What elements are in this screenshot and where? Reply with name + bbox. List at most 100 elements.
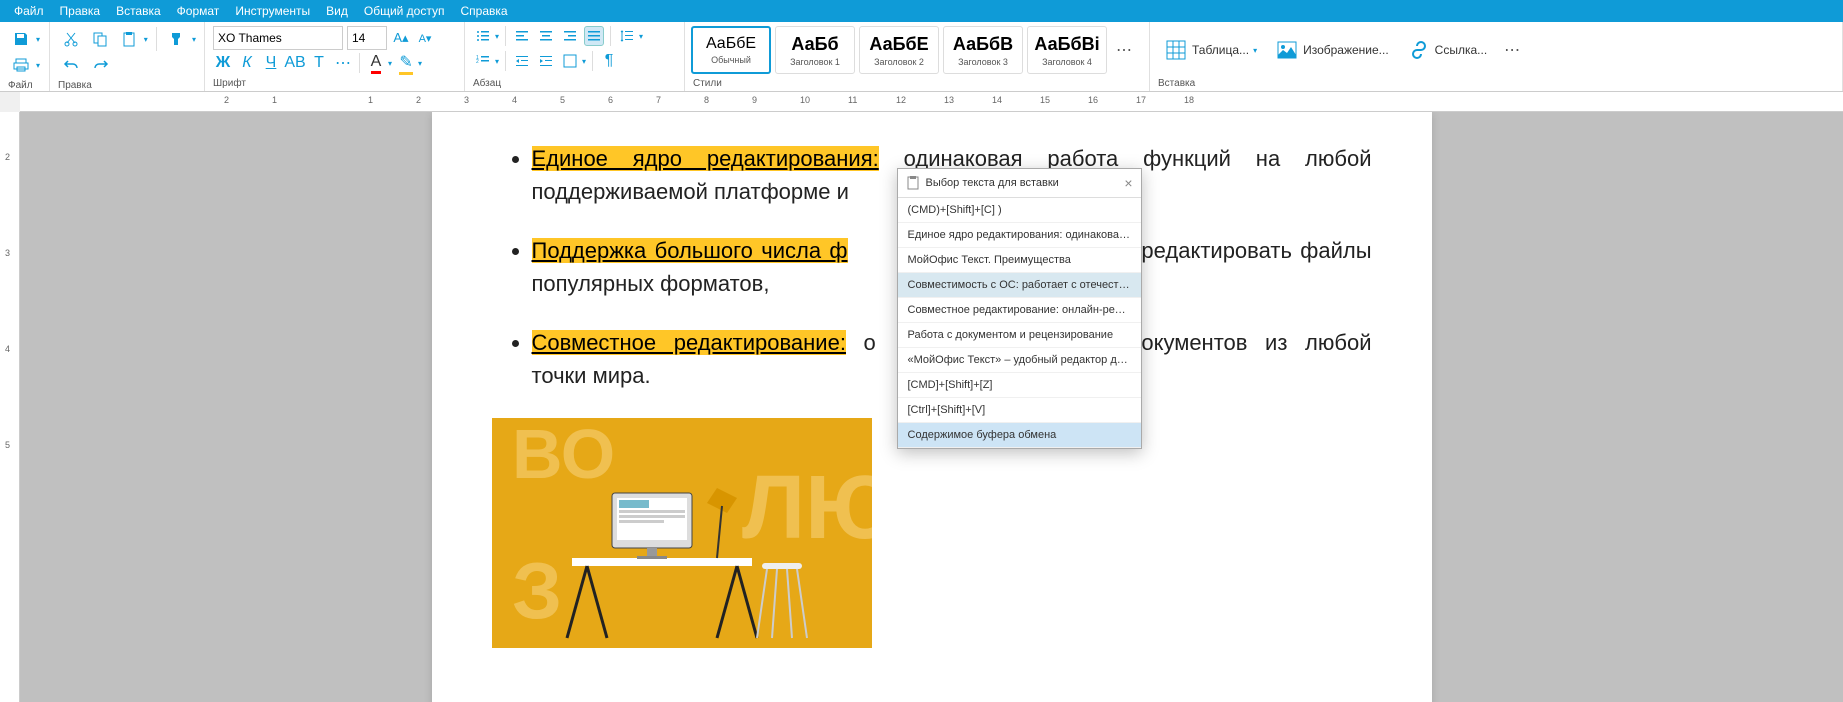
- chevron-down-icon[interactable]: ▾: [418, 59, 422, 68]
- ribbon: ▾ ▾ Файл ▾ ▾ Правка A▴ A▾: [0, 22, 1843, 92]
- clipboard-icon: [906, 176, 920, 190]
- insert-more-button[interactable]: ⋯: [1499, 37, 1525, 63]
- underline-button[interactable]: Ч: [261, 53, 281, 73]
- style-heading3[interactable]: АаБбВ Заголовок 3: [943, 26, 1023, 74]
- chevron-down-icon[interactable]: ▾: [639, 32, 643, 41]
- style-label: Заголовок 1: [790, 57, 840, 67]
- chevron-down-icon[interactable]: ▾: [36, 35, 40, 44]
- style-heading1[interactable]: АаБб Заголовок 1: [775, 26, 855, 74]
- chevron-down-icon[interactable]: ▾: [36, 61, 40, 70]
- font-name-select[interactable]: [213, 26, 343, 50]
- insert-link-button[interactable]: Ссылка...: [1401, 36, 1495, 64]
- chevron-down-icon[interactable]: ▾: [582, 57, 586, 66]
- menu-tools[interactable]: Инструменты: [227, 1, 318, 21]
- group-label-edit: Правка: [58, 80, 196, 91]
- close-icon[interactable]: ×: [1124, 175, 1132, 191]
- align-center-button[interactable]: [536, 26, 556, 46]
- insert-image-button[interactable]: Изображение...: [1269, 36, 1397, 64]
- sub-super-button[interactable]: T: [309, 53, 329, 73]
- popup-item[interactable]: Единое ядро редактирования: одинаковая р…: [898, 223, 1141, 248]
- style-label: Заголовок 3: [958, 57, 1008, 67]
- styles-more-button[interactable]: ⋯: [1111, 37, 1137, 63]
- styles-gallery: АаБбЕ Обычный АаБб Заголовок 1 АаБбЕ Заг…: [685, 22, 1143, 76]
- print-button[interactable]: [8, 52, 34, 78]
- popup-item[interactable]: (CMD)+[Shift]+[C] ): [898, 198, 1141, 223]
- style-normal[interactable]: АаБбЕ Обычный: [691, 26, 771, 74]
- format-painter-button[interactable]: [165, 26, 190, 52]
- insert-link-label: Ссылка...: [1435, 43, 1487, 57]
- chevron-down-icon[interactable]: ▾: [495, 32, 499, 41]
- page[interactable]: Единое ядро редактирования: одинаковая р…: [432, 112, 1432, 702]
- popup-item[interactable]: Совместимость с ОС: работает с отечестве…: [898, 273, 1141, 298]
- popup-title: Выбор текста для вставки: [926, 177, 1119, 189]
- insert-table-label: Таблица...: [1192, 43, 1249, 57]
- popup-item[interactable]: «МойОфис Текст» – удобный редактор для р…: [898, 348, 1141, 373]
- font-shrink-button[interactable]: A▾: [415, 28, 435, 48]
- menu-help[interactable]: Справка: [452, 1, 515, 21]
- paragraph-mark-button[interactable]: ¶: [599, 51, 619, 71]
- menubar: Файл Правка Вставка Формат Инструменты В…: [0, 0, 1843, 22]
- font-grow-button[interactable]: A▴: [391, 28, 411, 48]
- svg-text:ВО: ВО: [512, 418, 615, 493]
- numbered-list-button[interactable]: 12: [473, 51, 493, 71]
- chevron-down-icon[interactable]: ▾: [495, 57, 499, 66]
- align-justify-button[interactable]: [584, 26, 604, 46]
- document-area[interactable]: Единое ядро редактирования: одинаковая р…: [20, 112, 1843, 702]
- italic-button[interactable]: К: [237, 53, 257, 73]
- undo-button[interactable]: [58, 52, 84, 78]
- bullet-list-button[interactable]: [473, 26, 493, 46]
- ruler-horizontal[interactable]: 21123456789101112131415161718: [20, 92, 1843, 112]
- chevron-down-icon[interactable]: ▾: [388, 59, 392, 68]
- menu-share[interactable]: Общий доступ: [356, 1, 453, 21]
- font-size-select[interactable]: [347, 26, 387, 50]
- save-button[interactable]: [8, 26, 34, 52]
- style-label: Заголовок 2: [874, 57, 924, 67]
- popup-item[interactable]: Содержимое буфера обмена: [898, 423, 1141, 448]
- table-icon: [1166, 40, 1186, 60]
- popup-item[interactable]: МойОфис Текст. Преимущества: [898, 248, 1141, 273]
- outdent-button[interactable]: [512, 51, 532, 71]
- popup-item[interactable]: Совместное редактирование: онлайн-редакт…: [898, 298, 1141, 323]
- popup-item[interactable]: [Ctrl]+[Shift]+[V]: [898, 398, 1141, 423]
- menu-view[interactable]: Вид: [318, 1, 356, 21]
- menu-format[interactable]: Формат: [169, 1, 228, 21]
- borders-button[interactable]: [560, 51, 580, 71]
- copy-button[interactable]: [87, 26, 112, 52]
- style-preview: АаБбВ: [953, 34, 1013, 55]
- indent-button[interactable]: [536, 51, 556, 71]
- line-spacing-button[interactable]: [617, 26, 637, 46]
- bold-button[interactable]: Ж: [213, 53, 233, 73]
- highlight-color-button[interactable]: ✎: [396, 53, 416, 73]
- menu-insert[interactable]: Вставка: [108, 1, 169, 21]
- group-label-paragraph: Абзац: [473, 78, 676, 89]
- highlighted-text: Совместное редактирование:: [532, 330, 846, 355]
- style-preview: АаБбЕ: [706, 35, 756, 53]
- chevron-down-icon[interactable]: ▾: [144, 35, 148, 44]
- font-color-button[interactable]: A: [366, 53, 386, 73]
- redo-button[interactable]: [88, 52, 114, 78]
- align-right-button[interactable]: [560, 26, 580, 46]
- style-heading2[interactable]: АаБбЕ Заголовок 2: [859, 26, 939, 74]
- insert-table-button[interactable]: Таблица... ▾: [1158, 36, 1265, 64]
- strike-button[interactable]: AB: [285, 53, 305, 73]
- highlighted-text: Единое ядро редактирования:: [532, 146, 879, 171]
- popup-item[interactable]: [CMD]+[Shift]+[Z]: [898, 373, 1141, 398]
- chevron-down-icon[interactable]: ▾: [192, 35, 196, 44]
- menu-edit[interactable]: Правка: [52, 1, 109, 21]
- paste-button[interactable]: [117, 26, 142, 52]
- style-preview: АаБбЕ: [869, 34, 928, 55]
- group-label-file: Файл: [8, 80, 41, 91]
- svg-text:2: 2: [476, 59, 479, 65]
- link-icon: [1409, 40, 1429, 60]
- group-label-styles: Стили: [685, 78, 1143, 89]
- popup-item[interactable]: Работа с документом и рецензирование: [898, 323, 1141, 348]
- ruler-vertical[interactable]: 2345: [0, 112, 20, 702]
- document-image[interactable]: ВО З ЛЮ: [492, 418, 872, 648]
- menu-file[interactable]: Файл: [6, 1, 52, 21]
- paste-popup: Выбор текста для вставки × (CMD)+[Shift]…: [897, 168, 1142, 449]
- align-left-button[interactable]: [512, 26, 532, 46]
- style-heading4[interactable]: АаБбВі Заголовок 4: [1027, 26, 1107, 74]
- chevron-down-icon: ▾: [1253, 46, 1257, 55]
- cut-button[interactable]: [58, 26, 83, 52]
- more-font-button[interactable]: ⋯: [333, 53, 353, 73]
